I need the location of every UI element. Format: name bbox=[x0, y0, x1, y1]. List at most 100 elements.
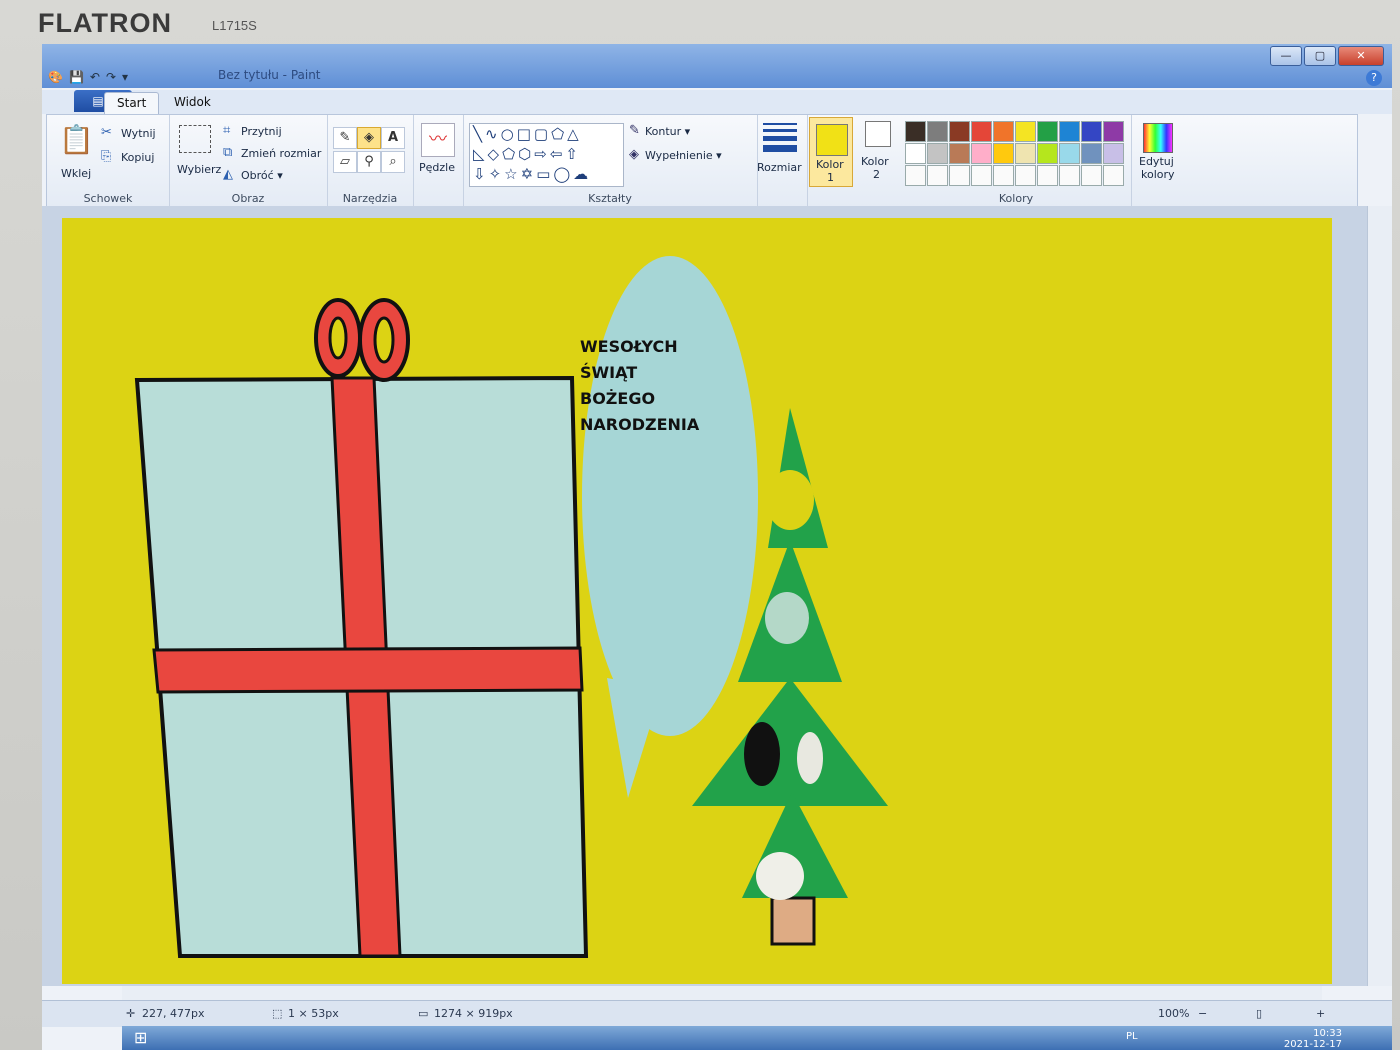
palette-empty-swatch[interactable] bbox=[1059, 165, 1080, 186]
zoom-out-button[interactable]: − bbox=[1198, 1007, 1207, 1020]
color1-button[interactable]: Kolor 1 bbox=[809, 117, 853, 187]
fill-bucket-icon[interactable]: ◈ bbox=[357, 127, 381, 149]
color2-button[interactable]: Kolor 2 bbox=[857, 117, 899, 185]
copy-button[interactable]: Kopiuj bbox=[121, 151, 154, 164]
palette-swatch[interactable] bbox=[949, 121, 970, 142]
redo-icon[interactable]: ↷ bbox=[106, 70, 116, 84]
rounded-rect-shape-icon[interactable]: ▢ bbox=[534, 125, 551, 143]
language-indicator[interactable]: PL bbox=[1126, 1031, 1138, 1042]
palette-swatch[interactable] bbox=[993, 121, 1014, 142]
palette-swatch[interactable] bbox=[927, 121, 948, 142]
left-arrow-shape-icon[interactable]: ⇦ bbox=[550, 145, 566, 163]
crop-button[interactable]: Przytnij bbox=[241, 125, 282, 138]
palette-swatch[interactable] bbox=[1059, 143, 1080, 164]
callout-rect-shape-icon[interactable]: ▭ bbox=[536, 165, 553, 183]
speech-bubble bbox=[582, 256, 758, 736]
callout-oval-shape-icon[interactable]: ◯ bbox=[553, 165, 573, 183]
line-shape-icon[interactable]: ╲ bbox=[473, 125, 485, 143]
system-clock[interactable]: 10:33 2021-12-17 bbox=[1284, 1028, 1342, 1050]
palette-swatch[interactable] bbox=[1037, 121, 1058, 142]
customize-icon[interactable]: ▾ bbox=[122, 70, 128, 84]
eraser-icon[interactable]: ▱ bbox=[333, 151, 357, 173]
start-button-icon[interactable]: ⊞ bbox=[134, 1028, 147, 1047]
palette-swatch[interactable] bbox=[993, 143, 1014, 164]
tab-view[interactable]: Widok bbox=[162, 92, 223, 114]
down-arrow-shape-icon[interactable]: ⇩ bbox=[473, 165, 489, 183]
palette-swatch[interactable] bbox=[1103, 121, 1124, 142]
paint-app-icon[interactable]: 🎨 bbox=[48, 70, 63, 84]
shapes-gallery[interactable]: ╲∿○□▢⬠△ ◺◇⬠⬡⇨⇦⇧ ⇩✧☆✡▭◯☁ bbox=[469, 123, 624, 187]
palette-swatch[interactable] bbox=[1015, 143, 1036, 164]
pencil-icon[interactable]: ✎ bbox=[333, 127, 357, 149]
minimize-button[interactable]: — bbox=[1270, 46, 1302, 66]
paste-icon[interactable]: 📋 bbox=[59, 123, 94, 156]
maximize-button[interactable]: ▢ bbox=[1304, 46, 1336, 66]
zoom-in-button[interactable]: + bbox=[1316, 1007, 1325, 1020]
rotate-button[interactable]: Obróć ▾ bbox=[241, 169, 283, 182]
up-arrow-shape-icon[interactable]: ⇧ bbox=[565, 145, 581, 163]
tab-start[interactable]: Start bbox=[104, 92, 160, 115]
resize-button[interactable]: Zmień rozmiar bbox=[241, 147, 321, 160]
palette-swatch[interactable] bbox=[1059, 121, 1080, 142]
star4-shape-icon[interactable]: ✧ bbox=[489, 165, 505, 183]
palette-empty-swatch[interactable] bbox=[1103, 165, 1124, 186]
help-icon[interactable]: ? bbox=[1366, 70, 1382, 86]
callout-cloud-shape-icon[interactable]: ☁ bbox=[573, 165, 591, 183]
edit-colors-label-2[interactable]: kolory bbox=[1141, 168, 1175, 181]
tools-group-label: Narzędzia bbox=[342, 192, 398, 205]
vertical-scrollbar[interactable] bbox=[1367, 206, 1392, 986]
palette-swatch[interactable] bbox=[1015, 121, 1036, 142]
undo-icon[interactable]: ↶ bbox=[90, 70, 100, 84]
star5-shape-icon[interactable]: ☆ bbox=[504, 165, 520, 183]
rectangle-shape-icon[interactable]: □ bbox=[517, 125, 534, 143]
fill-dropdown[interactable]: Wypełnienie ▾ bbox=[645, 149, 722, 162]
palette-empty-swatch[interactable] bbox=[949, 165, 970, 186]
triangle-shape-icon[interactable]: △ bbox=[567, 125, 582, 143]
palette-swatch[interactable] bbox=[905, 143, 926, 164]
zoom-slider[interactable]: ▯ bbox=[1256, 1007, 1262, 1020]
text-tool-icon[interactable]: A bbox=[381, 127, 405, 149]
edit-colors-icon[interactable] bbox=[1143, 123, 1173, 153]
cut-button[interactable]: Wytnij bbox=[121, 127, 156, 140]
select-icon[interactable] bbox=[179, 125, 211, 153]
brush-icon[interactable]: 〰 bbox=[421, 123, 455, 157]
horizontal-scrollbar[interactable] bbox=[122, 986, 1322, 1000]
palette-swatch[interactable] bbox=[949, 143, 970, 164]
drawing-canvas[interactable] bbox=[62, 218, 1332, 984]
pentagon-shape-icon[interactable]: ⬠ bbox=[502, 145, 518, 163]
palette-swatch[interactable] bbox=[1037, 143, 1058, 164]
palette-swatch[interactable] bbox=[1103, 143, 1124, 164]
edit-colors-label[interactable]: Edytuj bbox=[1139, 155, 1174, 168]
palette-empty-swatch[interactable] bbox=[993, 165, 1014, 186]
color-picker-icon[interactable]: ⚲ bbox=[357, 151, 381, 173]
outline-dropdown[interactable]: Kontur ▾ bbox=[645, 125, 690, 138]
paste-button[interactable]: Wklej bbox=[61, 167, 91, 180]
close-button[interactable]: ✕ bbox=[1338, 46, 1384, 66]
palette-empty-swatch[interactable] bbox=[1015, 165, 1036, 186]
palette-swatch[interactable] bbox=[905, 121, 926, 142]
right-triangle-shape-icon[interactable]: ◺ bbox=[473, 145, 488, 163]
palette-swatch[interactable] bbox=[1081, 143, 1102, 164]
right-arrow-shape-icon[interactable]: ⇨ bbox=[534, 145, 550, 163]
brushes-button[interactable]: Pędzle bbox=[419, 161, 455, 174]
save-icon[interactable]: 💾 bbox=[69, 70, 84, 84]
palette-empty-swatch[interactable] bbox=[1081, 165, 1102, 186]
magnifier-icon[interactable]: ⌕ bbox=[381, 151, 405, 173]
palette-swatch[interactable] bbox=[1081, 121, 1102, 142]
palette-empty-swatch[interactable] bbox=[971, 165, 992, 186]
oval-shape-icon[interactable]: ○ bbox=[501, 125, 517, 143]
palette-empty-swatch[interactable] bbox=[1037, 165, 1058, 186]
diamond-shape-icon[interactable]: ◇ bbox=[488, 145, 503, 163]
size-icon[interactable] bbox=[763, 123, 797, 156]
palette-swatch[interactable] bbox=[927, 143, 948, 164]
select-button[interactable]: Wybierz bbox=[177, 163, 221, 176]
star6-shape-icon[interactable]: ✡ bbox=[521, 165, 537, 183]
palette-empty-swatch[interactable] bbox=[905, 165, 926, 186]
curve-shape-icon[interactable]: ∿ bbox=[485, 125, 501, 143]
palette-swatch[interactable] bbox=[971, 143, 992, 164]
palette-swatch[interactable] bbox=[971, 121, 992, 142]
hexagon-shape-icon[interactable]: ⬡ bbox=[518, 145, 534, 163]
palette-empty-swatch[interactable] bbox=[927, 165, 948, 186]
size-button[interactable]: Rozmiar bbox=[757, 161, 802, 174]
polygon-shape-icon[interactable]: ⬠ bbox=[551, 125, 567, 143]
